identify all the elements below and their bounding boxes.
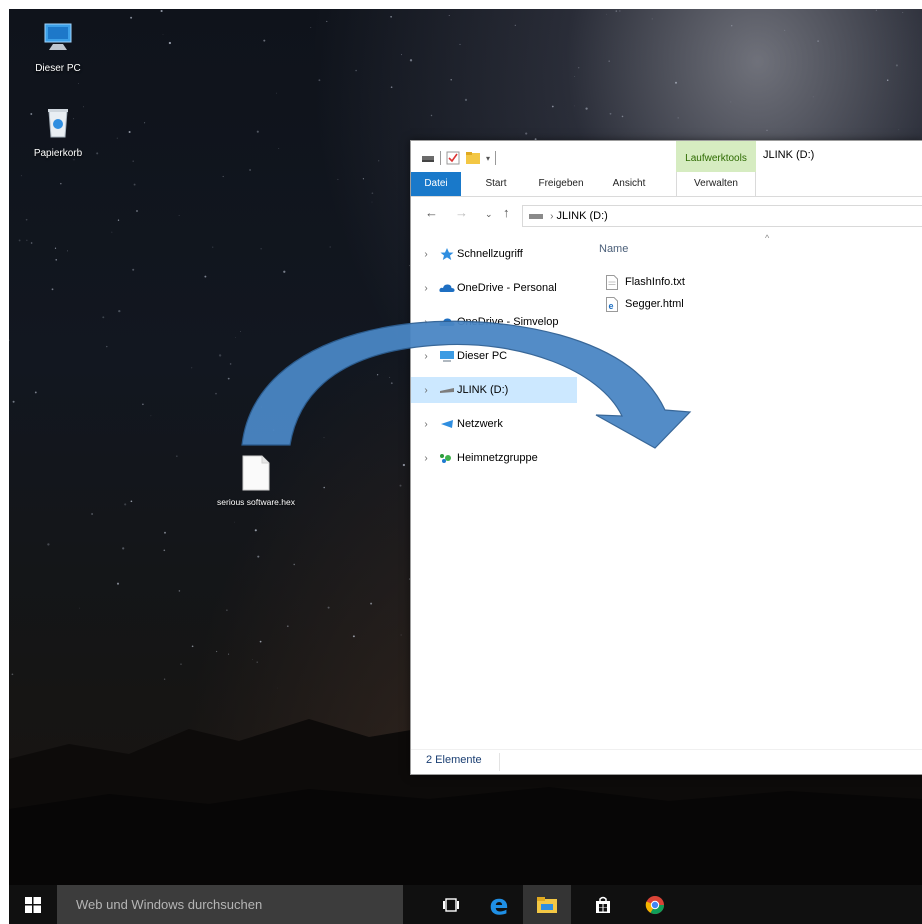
customize-qat-icon[interactable]: ▾: [486, 154, 490, 163]
tab-manage[interactable]: Verwalten: [676, 172, 756, 196]
address-bar[interactable]: › JLINK (D:): [522, 205, 922, 227]
windows-logo-icon: [25, 896, 41, 913]
file-name: Segger.html: [625, 298, 684, 310]
edge-icon[interactable]: e: [475, 885, 523, 924]
desktop-file-label: serious software.hex: [217, 497, 295, 507]
desktop-icon-recycle-bin[interactable]: Papierkorb: [20, 105, 96, 159]
nav-item-quick-access[interactable]: › Schnellzugriff: [411, 241, 577, 267]
computer-icon: [20, 20, 96, 57]
expand-chevron-icon[interactable]: ›: [411, 385, 437, 396]
tab-share[interactable]: Freigeben: [529, 172, 593, 196]
desktop-icon-label: Papierkorb: [33, 148, 83, 159]
recycle-bin-icon: [20, 105, 96, 142]
store-icon[interactable]: [579, 885, 627, 924]
start-button[interactable]: [9, 885, 57, 924]
recent-locations-chevron-icon[interactable]: ⌄: [485, 209, 493, 220]
desktop-icon-label: Dieser PC: [35, 63, 81, 74]
desktop-icon-this-pc[interactable]: Dieser PC: [20, 20, 96, 74]
nav-item-onedrive-simvelop[interactable]: › OneDrive - Simvelop: [411, 309, 577, 335]
drive-icon[interactable]: [421, 151, 435, 165]
sort-caret-icon: ^: [765, 233, 770, 243]
nav-item-onedrive-personal[interactable]: › OneDrive - Personal: [411, 275, 577, 301]
ribbon-tabs: Datei Start Freigeben Ansicht Verwalten: [411, 172, 922, 197]
file-explorer-window: ▾ Laufwerktools JLINK (D:) Datei Start F…: [410, 140, 922, 775]
nav-item-label: JLINK (D:): [457, 384, 509, 396]
svg-text:e: e: [609, 301, 614, 311]
nav-item-homegroup[interactable]: › Heimnetzgruppe: [411, 445, 577, 471]
item-count: 2 Elemente: [426, 754, 482, 766]
expand-chevron-icon[interactable]: ›: [411, 453, 437, 464]
navigation-pane: › Schnellzugriff › OneDrive - Personal ›…: [411, 235, 581, 735]
computer-icon: [437, 350, 457, 362]
star-icon: [437, 247, 457, 261]
html-file-icon: e: [603, 296, 621, 312]
expand-chevron-icon[interactable]: ›: [411, 351, 437, 362]
network-icon: [437, 418, 457, 430]
nav-item-label: Dieser PC: [457, 350, 508, 362]
homegroup-icon: [437, 452, 457, 464]
nav-item-network[interactable]: › Netzwerk: [411, 411, 577, 437]
drive-icon: [437, 386, 457, 394]
task-view-icon[interactable]: [427, 885, 475, 924]
quick-access-toolbar: ▾: [421, 150, 497, 166]
drive-icon: [529, 213, 543, 219]
tab-home[interactable]: Start: [473, 172, 519, 196]
nav-item-this-pc[interactable]: › Dieser PC: [411, 343, 577, 369]
file-item-flashinfo[interactable]: FlashInfo.txt: [603, 273, 685, 291]
file-name: FlashInfo.txt: [625, 276, 685, 288]
expand-chevron-icon[interactable]: ›: [411, 317, 437, 328]
new-folder-icon[interactable]: [465, 151, 481, 165]
up-arrow-icon[interactable]: ↑: [503, 205, 510, 220]
file-icon: [242, 455, 270, 491]
chrome-icon[interactable]: [631, 885, 679, 924]
cloud-icon: [437, 317, 457, 327]
tab-file[interactable]: Datei: [411, 172, 461, 196]
text-file-icon: [603, 274, 621, 290]
file-item-segger[interactable]: e Segger.html: [603, 295, 684, 313]
address-path: JLINK (D:): [556, 210, 608, 222]
file-explorer-icon[interactable]: [523, 885, 571, 924]
nav-item-label: Schnellzugriff: [457, 248, 523, 260]
forward-arrow-icon[interactable]: →: [455, 205, 468, 220]
cloud-icon: [437, 283, 457, 293]
nav-item-label: Netzwerk: [457, 418, 503, 430]
column-header-name[interactable]: Name: [599, 243, 628, 255]
properties-icon[interactable]: [446, 151, 460, 165]
title-bar: ▾ Laufwerktools JLINK (D:): [411, 141, 922, 172]
status-bar: 2 Elemente: [411, 749, 922, 774]
address-row: ← → ⌄ ↑ › JLINK (D:): [411, 197, 922, 233]
taskbar-search-box[interactable]: Web und Windows durchsuchen: [57, 885, 403, 924]
nav-item-label: OneDrive - Personal: [457, 282, 557, 294]
desktop-file-hex[interactable]: serious software.hex: [201, 455, 311, 507]
breadcrumb-chevron-icon: ›: [550, 211, 554, 222]
taskbar: Web und Windows durchsuchen e: [9, 885, 922, 924]
expand-chevron-icon[interactable]: ›: [411, 419, 437, 430]
expand-chevron-icon[interactable]: ›: [411, 249, 437, 260]
tab-view[interactable]: Ansicht: [601, 172, 657, 196]
window-title: JLINK (D:): [763, 149, 815, 161]
nav-item-label: OneDrive - Simvelop: [457, 316, 559, 328]
expand-chevron-icon[interactable]: ›: [411, 283, 437, 294]
context-tab-drive-tools: Laufwerktools: [676, 141, 756, 172]
nav-item-label: Heimnetzgruppe: [457, 452, 538, 464]
back-arrow-icon[interactable]: ←: [425, 205, 438, 220]
nav-item-jlink-drive[interactable]: › JLINK (D:): [411, 377, 577, 403]
